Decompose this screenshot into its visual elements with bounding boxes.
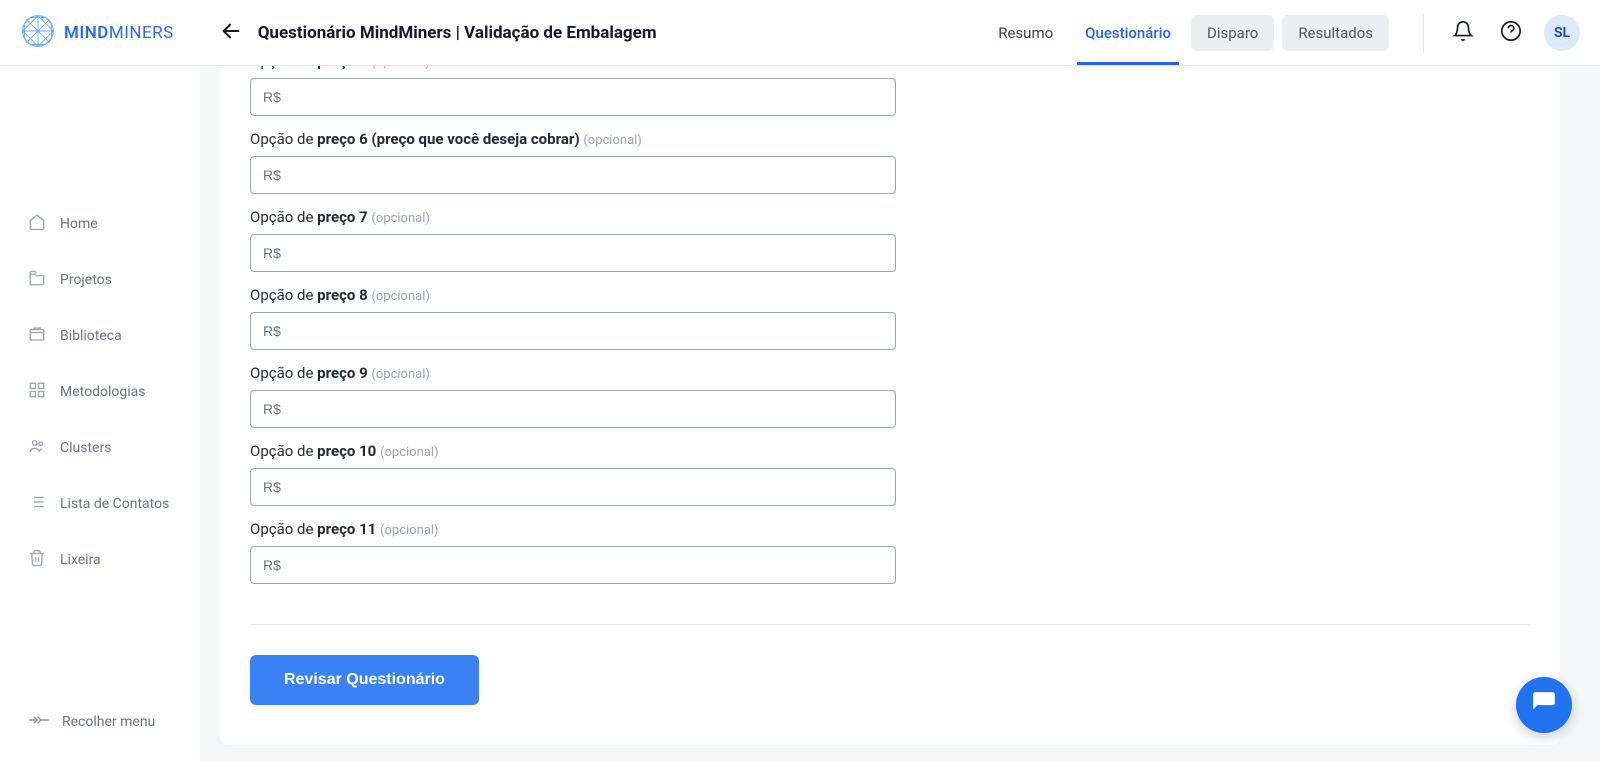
- logo[interactable]: MINDMINERS: [20, 13, 174, 53]
- field-preco-9: Opção de preço 9 (opcional): [250, 364, 1530, 428]
- list-icon: [28, 493, 46, 515]
- help-button[interactable]: [1496, 16, 1526, 49]
- input-preco-7[interactable]: [250, 234, 896, 272]
- sidebar-collapse[interactable]: Recolher menu: [0, 693, 200, 761]
- input-preco-10[interactable]: [250, 468, 896, 506]
- sidebar-item-label: Lista de Contatos: [60, 496, 169, 512]
- logo-text: MINDMINERS: [64, 23, 174, 43]
- sidebar-item-lista-contatos[interactable]: Lista de Contatos: [0, 476, 200, 532]
- field-label: Opção de preço 8 (opcional): [250, 286, 1530, 304]
- help-icon: [1500, 20, 1522, 45]
- input-preco-6[interactable]: [250, 156, 896, 194]
- chat-fab[interactable]: [1516, 677, 1572, 733]
- field-preco-7: Opção de preço 7 (opcional): [250, 208, 1530, 272]
- avatar[interactable]: SL: [1544, 15, 1580, 51]
- revisar-button[interactable]: Revisar Questionário: [250, 655, 479, 705]
- sidebar-item-clusters[interactable]: Clusters: [0, 420, 200, 476]
- sidebar-item-label: Lixeira: [60, 552, 101, 568]
- field-preco-11: Opção de preço 11 (opcional): [250, 520, 1530, 584]
- sidebar-item-label: Biblioteca: [60, 328, 122, 344]
- sidebar-item-lixeira[interactable]: Lixeira: [0, 532, 200, 588]
- home-icon: [28, 213, 46, 235]
- logo-mark-icon: [20, 13, 56, 53]
- field-label: Opção de preço 10 (opcional): [250, 442, 1530, 460]
- field-label: Opção de preço 9 (opcional): [250, 364, 1530, 382]
- back-button[interactable]: [214, 14, 248, 51]
- tab-resumo[interactable]: Resumo: [982, 0, 1069, 65]
- input-preco-5[interactable]: [250, 78, 896, 116]
- sidebar-item-projetos[interactable]: Projetos: [0, 252, 200, 308]
- sidebar-item-label: Home: [60, 216, 98, 232]
- field-preco-10: Opção de preço 10 (opcional): [250, 442, 1530, 506]
- tab-disparo[interactable]: Disparo: [1191, 15, 1274, 51]
- sidebar-collapse-label: Recolher menu: [62, 714, 155, 730]
- sidebar: Home Projetos Biblioteca Metodologias Cl…: [0, 66, 200, 761]
- sidebar-item-metodologias[interactable]: Metodologias: [0, 364, 200, 420]
- form-card: Opção de preço 5 (opcional) Opção de pre…: [220, 66, 1560, 745]
- tabs: Resumo Questionário Disparo Resultados: [982, 0, 1393, 65]
- field-preco-5: Opção de preço 5 (opcional): [250, 66, 1530, 116]
- sidebar-item-label: Clusters: [60, 440, 111, 456]
- header-actions: SL: [1423, 13, 1580, 53]
- field-label: Opção de preço 5 (opcional): [250, 66, 1530, 70]
- field-label: Opção de preço 6 (preço que você deseja …: [250, 130, 1530, 148]
- field-label: Opção de preço 7 (opcional): [250, 208, 1530, 226]
- divider: [250, 624, 1530, 625]
- header: MINDMINERS Questionário MindMiners | Val…: [0, 0, 1600, 66]
- folder-icon: [28, 269, 46, 291]
- input-preco-11[interactable]: [250, 546, 896, 584]
- input-preco-8[interactable]: [250, 312, 896, 350]
- notifications-button[interactable]: [1448, 16, 1478, 49]
- chat-icon: [1531, 690, 1557, 720]
- input-preco-9[interactable]: [250, 390, 896, 428]
- tab-resultados[interactable]: Resultados: [1282, 15, 1389, 51]
- library-icon: [28, 325, 46, 347]
- sidebar-item-label: Metodologias: [60, 384, 145, 400]
- arrow-left-icon: [220, 20, 242, 45]
- grid-icon: [28, 381, 46, 403]
- bell-icon: [1452, 20, 1474, 45]
- users-icon: [28, 437, 46, 459]
- collapse-icon: [28, 713, 50, 731]
- tab-questionario[interactable]: Questionário: [1069, 0, 1187, 65]
- trash-icon: [28, 549, 46, 571]
- field-preco-8: Opção de preço 8 (opcional): [250, 286, 1530, 350]
- sidebar-item-biblioteca[interactable]: Biblioteca: [0, 308, 200, 364]
- sidebar-item-home[interactable]: Home: [0, 196, 200, 252]
- main-content: Opção de preço 5 (opcional) Opção de pre…: [200, 66, 1600, 761]
- field-preco-6: Opção de preço 6 (preço que você deseja …: [250, 130, 1530, 194]
- sidebar-item-label: Projetos: [60, 272, 112, 288]
- field-label: Opção de preço 11 (opcional): [250, 520, 1530, 538]
- page-title: Questionário MindMiners | Validação de E…: [258, 23, 657, 43]
